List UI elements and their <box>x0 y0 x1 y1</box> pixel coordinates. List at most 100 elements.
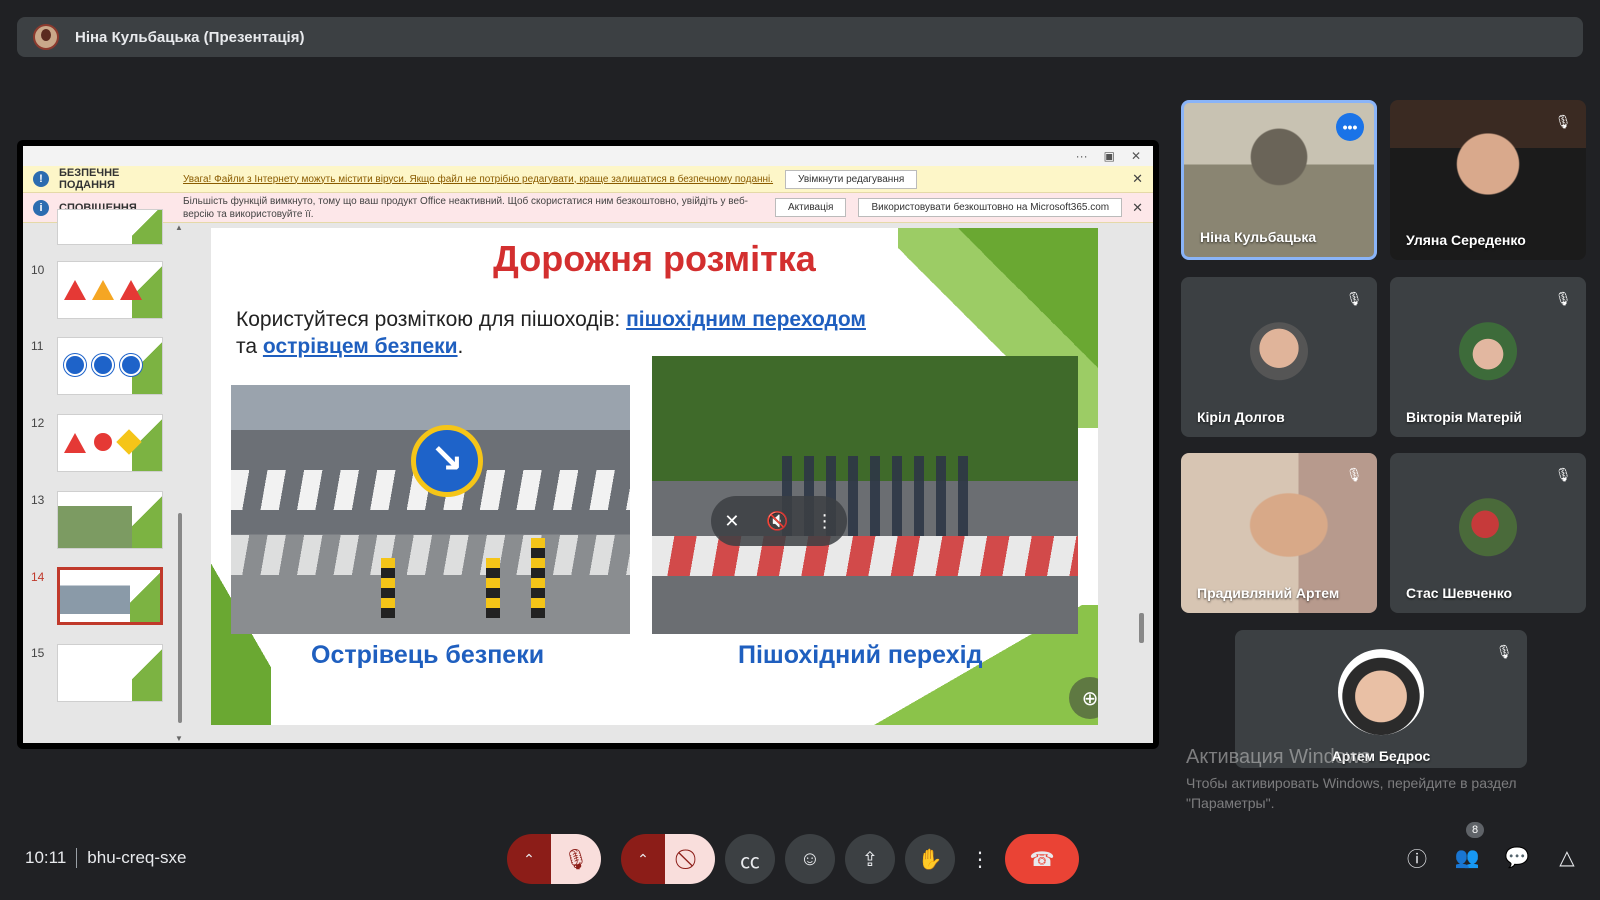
caption-safety-island: Острівець безпеки <box>311 641 545 669</box>
thumbnail-number: 14 <box>31 570 45 584</box>
crosswalk-photo <box>652 356 1078 634</box>
watermark-line: "Параметры". <box>1186 795 1275 811</box>
video-options-chevron-icon[interactable]: ⌃ <box>621 834 665 884</box>
audio-options-chevron-icon[interactable]: ⌃ <box>507 834 551 884</box>
thumbnails-scrollbar[interactable]: ▲ ▼ <box>175 223 185 743</box>
close-window-icon[interactable]: ✕ <box>1131 149 1141 163</box>
present-screen-button[interactable]: ⇪ <box>845 834 895 884</box>
slide-scrollbar[interactable] <box>1137 223 1147 743</box>
powerpoint-window: ··· ▣ ✕ ! БЕЗПЕЧНЕ ПОДАННЯ Увага! Файли … <box>23 146 1153 743</box>
ppt-body: 10 11 12 13 14 15 ▲ ▼ Дорожня розмітка К… <box>23 209 1153 743</box>
slide-thumbnails: 10 11 12 13 14 15 <box>23 209 183 743</box>
meeting-info: 10:11 bhu-creq-sxe <box>25 848 187 868</box>
more-options-button[interactable]: ⋮ <box>965 834 995 884</box>
mic-off-button[interactable]: 🎙 <box>551 834 601 884</box>
participant-name: Прадивляний Артем <box>1197 585 1340 601</box>
presentation-stage: ··· ▣ ✕ ! БЕЗПЕЧНЕ ПОДАННЯ Увага! Файли … <box>17 140 1159 749</box>
current-slide: Дорожня розмітка Користуйтеся розміткою … <box>211 228 1098 725</box>
participant-tile[interactable]: 🎙 Кіріл Долгов <box>1181 277 1377 437</box>
meeting-code[interactable]: bhu-creq-sxe <box>87 848 186 868</box>
participant-tile[interactable]: 🎙 Стас Шевченко <box>1390 453 1586 613</box>
thumbnail-number: 10 <box>31 263 45 277</box>
thumbnail-13[interactable] <box>57 491 163 549</box>
participant-tile[interactable]: ••• Ніна Кульбацька <box>1181 100 1377 260</box>
protected-view-bar: ! БЕЗПЕЧНЕ ПОДАННЯ Увага! Файли з Інтерн… <box>23 166 1153 193</box>
thumbnail-15[interactable] <box>57 644 163 702</box>
slide-lead-text: Користуйтеся розміткою для пішоходів: пі… <box>236 306 936 360</box>
mic-off-icon: 🎙 <box>1345 291 1363 306</box>
captions-button[interactable]: ㏄ <box>725 834 775 884</box>
slide-scroll-thumb[interactable] <box>1139 613 1144 643</box>
scroll-up-icon[interactable]: ▲ <box>175 223 183 232</box>
thumbnail-12[interactable] <box>57 414 163 472</box>
close-protected-bar-icon[interactable]: ✕ <box>1132 171 1143 187</box>
presenter-bar: Ніна Кульбацька (Презентація) <box>17 17 1583 57</box>
mute-audio-icon[interactable]: 🔇 <box>766 511 788 532</box>
more-vert-icon[interactable]: ⋮ <box>816 511 834 532</box>
presenter-avatar <box>33 24 59 50</box>
clock: 10:11 <box>25 848 67 867</box>
lead-mid: та <box>236 335 263 358</box>
thumbnail-14[interactable] <box>57 567 163 625</box>
avatar <box>1459 322 1517 381</box>
safety-island-photo <box>231 385 630 634</box>
safety-island-link[interactable]: острівцем безпеки <box>263 335 458 358</box>
participant-name: Ніна Кульбацька <box>1200 229 1317 245</box>
activities-icon[interactable]: △ <box>1554 844 1580 870</box>
people-count-badge: 8 <box>1466 822 1485 838</box>
info-icon: i <box>33 199 49 216</box>
avatar <box>1338 649 1424 736</box>
watermark-title: Активация Windows <box>1186 746 1371 768</box>
participant-tile[interactable]: 🎙 Уляна Середенко <box>1390 100 1586 260</box>
crosswalk-link[interactable]: пішохідним переходом <box>626 308 866 331</box>
meeting-details-icon[interactable]: ⓘ <box>1404 844 1430 871</box>
mic-off-icon: 🎙 <box>1554 467 1572 482</box>
protected-view-label: БЕЗПЕЧНЕ ПОДАННЯ <box>59 167 120 191</box>
side-panel-icons: ⓘ 👥 8 💬 △ <box>1404 822 1580 871</box>
thumbnail-number: 11 <box>31 339 44 353</box>
pin-off-icon[interactable]: ✕ <box>724 511 739 532</box>
people-icon[interactable]: 👥 8 <box>1454 822 1485 870</box>
enable-editing-button[interactable]: Увімкнути редагування <box>785 169 918 189</box>
mic-off-icon: 🎙 <box>1495 644 1513 659</box>
chat-icon[interactable]: 💬 <box>1504 844 1530 870</box>
raise-hand-button[interactable]: ✋ <box>905 834 955 884</box>
tile-controls-overlay: ✕ 🔇 ⋮ <box>711 496 847 546</box>
thumbnail-number: 15 <box>31 646 45 660</box>
thumbnail-number: 13 <box>31 493 45 507</box>
presenter-title: Ніна Кульбацька (Презентація) <box>75 28 305 46</box>
activate-button[interactable]: Активація <box>775 198 847 217</box>
participant-tile[interactable]: 🎙 Прадивляний Артем <box>1181 453 1377 613</box>
camera-off-button[interactable]: ⃠ <box>665 834 715 884</box>
participant-tile[interactable]: 🎙 Вікторія Матерій <box>1390 277 1586 437</box>
avatar <box>1250 322 1308 381</box>
more-options-icon[interactable]: ••• <box>1336 113 1364 141</box>
thumbnail-number: 12 <box>31 416 45 430</box>
road-sign-icon <box>411 425 483 497</box>
watermark-line: Чтобы активировать Windows, перейдите в … <box>1186 775 1517 791</box>
scroll-down-icon[interactable]: ▼ <box>175 734 183 743</box>
leave-call-button[interactable]: ☎ <box>1005 834 1079 884</box>
more-options-icon[interactable]: ··· <box>1076 149 1088 163</box>
slide-title: Дорожня розмітка <box>493 238 816 279</box>
thumbnail-partial[interactable] <box>57 209 163 245</box>
restore-icon[interactable]: ▣ <box>1104 149 1115 163</box>
participant-name: Кіріл Долгов <box>1197 409 1285 425</box>
close-notification-icon[interactable]: ✕ <box>1132 200 1143 216</box>
notification-bar: i СПОВІЩЕННЯ Більшість функцій вимкнуто,… <box>23 193 1153 223</box>
ppt-titlebar: ··· ▣ ✕ <box>23 146 1153 166</box>
participant-name: Уляна Середенко <box>1406 232 1526 248</box>
mic-off-icon: 🎙 <box>1554 291 1572 306</box>
notification-text: Більшість функцій вимкнуто, тому що ваш … <box>183 195 749 220</box>
participant-name: Вікторія Матерій <box>1406 409 1523 425</box>
thumbnail-10[interactable] <box>57 261 163 319</box>
use-free-button[interactable]: Використовувати безкоштовно на Microsoft… <box>858 198 1123 217</box>
mic-off-icon: 🎙 <box>1554 114 1572 129</box>
lead-suffix: . <box>457 335 464 358</box>
mic-off-icon: 🎙 <box>1345 467 1363 482</box>
scroll-thumb[interactable] <box>178 513 182 723</box>
shield-icon: ! <box>33 171 49 187</box>
thumbnail-11[interactable] <box>57 337 163 395</box>
emoji-button[interactable]: ☺ <box>785 834 835 884</box>
protected-view-text[interactable]: Увага! Файли з Інтернету можуть містити … <box>183 174 773 185</box>
